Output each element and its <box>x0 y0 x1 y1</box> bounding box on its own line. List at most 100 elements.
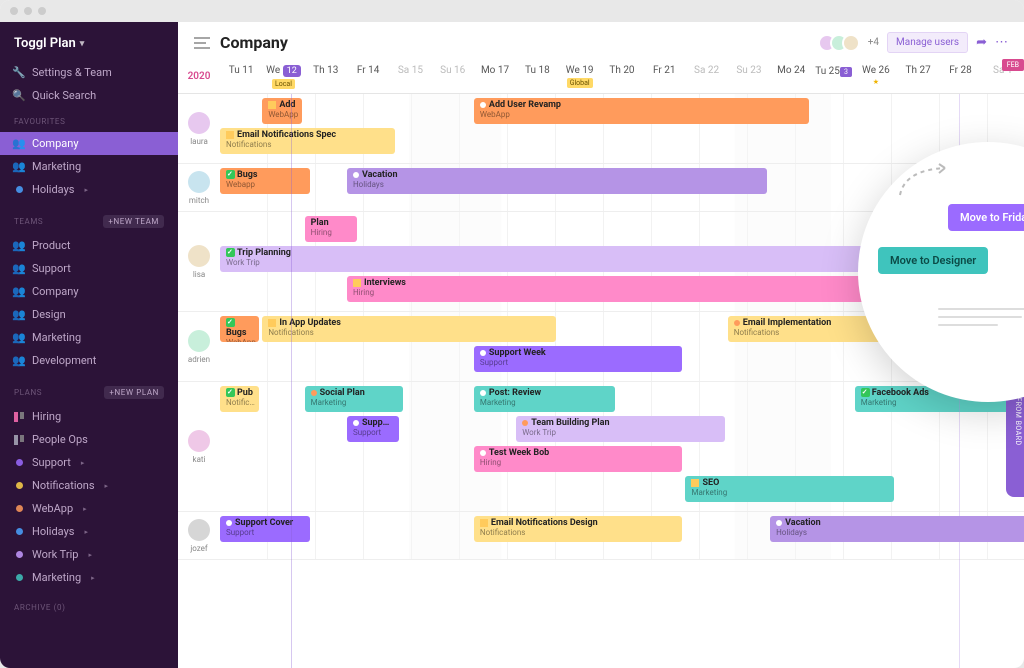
timeline-row-jozef: jozefSupport CoverSupport Email Notificat… <box>178 512 1024 560</box>
task-plan[interactable]: PlanHiring <box>305 216 357 242</box>
day-Th-13[interactable]: Th 13 <box>305 59 347 93</box>
day-Tu-11[interactable]: Tu 11 <box>220 59 262 93</box>
day-We-19[interactable]: We 19Global <box>559 59 601 93</box>
task-supp-[interactable]: Supp…Support <box>347 416 399 442</box>
task-email-notifications-spec[interactable]: Email Notifications SpecNotifications <box>220 128 395 154</box>
lane[interactable]: AddWebApp Add User RevampWebApp Email Noti… <box>220 94 1024 163</box>
overlay-task-friday[interactable]: Move to Friday <box>948 204 1024 231</box>
sidebar-team-company[interactable]: 👥Company <box>0 280 178 303</box>
task-add[interactable]: AddWebApp <box>262 98 301 124</box>
day-Su-16[interactable]: Su 16 <box>432 59 474 93</box>
user-avatars[interactable] <box>824 34 860 52</box>
timeline-row-kati: katiPubNotific…Social PlanMarketingPost:… <box>178 382 1024 512</box>
day-Th-20[interactable]: Th 20 <box>601 59 643 93</box>
avatar[interactable] <box>188 245 210 267</box>
sidebar-plan-support[interactable]: Support▸ <box>0 451 178 474</box>
new-team-button[interactable]: +New Team <box>103 215 164 228</box>
item-label: Work Trip <box>32 548 78 561</box>
day-Fr-28[interactable]: Fr 28 <box>939 59 981 93</box>
sidebar-plan-holidays[interactable]: Holidays▸ <box>0 520 178 543</box>
search-item[interactable]: 🔍 Quick Search <box>0 84 178 107</box>
settings-item[interactable]: 🔧 Settings & Team <box>0 61 178 84</box>
sidebar-plan-webapp[interactable]: WebApp ▸ <box>0 497 178 520</box>
task-in-app-updates[interactable]: In App UpdatesNotifications <box>262 316 555 342</box>
day-Mo-17[interactable]: Mo 17 <box>474 59 516 93</box>
task-bugs[interactable]: BugsWebApp <box>220 316 259 342</box>
avatar[interactable] <box>188 171 210 193</box>
item-label: Development <box>32 354 96 367</box>
sidebar-team-support[interactable]: 👥Support <box>0 257 178 280</box>
chevron-right-icon: ▸ <box>84 528 88 536</box>
dot-icon <box>14 185 24 195</box>
year-label[interactable]: 2020 <box>178 59 220 93</box>
lane[interactable]: PubNotific… Social PlanMarketing Post: Rev… <box>220 382 1024 511</box>
day-Fr-14[interactable]: Fr 14 <box>347 59 389 93</box>
sidebar-team-design[interactable]: 👥Design <box>0 303 178 326</box>
day-Sa-15[interactable]: Sa 15 <box>389 59 431 93</box>
task-add-user-revamp[interactable]: Add User RevampWebApp <box>474 98 810 124</box>
search-label: Quick Search <box>32 89 96 102</box>
sidebar-team-product[interactable]: 👥Product <box>0 234 178 257</box>
sidebar-fav-company[interactable]: 👥Company <box>0 132 178 155</box>
chevron-right-icon: ▸ <box>83 505 87 513</box>
new-plan-button[interactable]: +New Plan <box>104 386 164 399</box>
day-We-12[interactable]: We 12Local <box>262 59 304 93</box>
archive-header[interactable]: ARCHIVE (0) <box>0 597 178 618</box>
day-Sa-22[interactable]: Sa 22 <box>685 59 727 93</box>
dot-icon <box>14 458 24 468</box>
day-Mo-24[interactable]: Mo 24 <box>770 59 812 93</box>
task-support-cover[interactable]: Support CoverSupport <box>220 516 310 542</box>
sidebar-plan-hiring[interactable]: Hiring <box>0 405 178 428</box>
task-pub[interactable]: PubNotific… <box>220 386 259 412</box>
sidebar-fav-holidays[interactable]: Holidays▸ <box>0 178 178 201</box>
sidebar-plan-people-ops[interactable]: People Ops <box>0 428 178 451</box>
dot-icon <box>14 573 24 583</box>
day-We-26[interactable]: We 26★ <box>855 59 897 93</box>
sidebar-plan-marketing[interactable]: Marketing▸ <box>0 566 178 589</box>
brand-dropdown[interactable]: Toggl Plan <box>0 30 178 61</box>
sidebar-team-marketing[interactable]: 👥Marketing <box>0 326 178 349</box>
task-support-week[interactable]: Support WeekSupport <box>474 346 683 372</box>
row-label: jozef <box>178 512 220 559</box>
task-team-building-plan[interactable]: Team Building PlanWork Trip <box>516 416 725 442</box>
task-bugs[interactable]: BugsWebapp <box>220 168 310 194</box>
day-Su-23[interactable]: Su 23 <box>728 59 770 93</box>
task-social-plan[interactable]: Social PlanMarketing <box>305 386 404 412</box>
item-label: WebApp <box>32 502 73 515</box>
task-email-notifications-design[interactable]: Email Notifications DesignNotifications <box>474 516 683 542</box>
task-test-week-bob[interactable]: Test Week BobHiring <box>474 446 683 472</box>
day-Th-27[interactable]: Th 27 <box>897 59 939 93</box>
main: Company +4 Manage users ➦ ⋯ 2020 Tu 11We… <box>178 22 1024 668</box>
day-Tu-18[interactable]: Tu 18 <box>516 59 558 93</box>
task-seo[interactable]: SEOMarketing <box>685 476 894 502</box>
overlay-task-designer[interactable]: Move to Designer <box>878 247 988 274</box>
task-trip-planning[interactable]: Trip PlanningWork Trip <box>220 246 936 272</box>
day-Fr-21[interactable]: Fr 21 <box>643 59 685 93</box>
item-label: Support <box>32 456 71 469</box>
dot-icon <box>14 550 24 560</box>
avatar[interactable] <box>188 330 210 352</box>
share-icon[interactable]: ➦ <box>976 35 987 50</box>
sidebar-plan-work-trip[interactable]: Work Trip ▸ <box>0 543 178 566</box>
users-icon: 👥 <box>14 356 24 366</box>
day-Tu-25[interactable]: Tu 253 <box>812 59 854 93</box>
item-label: Company <box>32 285 79 298</box>
sidebar-team-development[interactable]: 👥 Development <box>0 349 178 372</box>
avatar[interactable] <box>188 430 210 452</box>
status-dot-icon <box>480 102 486 108</box>
sidebar-plan-notifications[interactable]: Notifications▸ <box>0 474 178 497</box>
more-icon[interactable]: ⋯ <box>995 35 1008 50</box>
task-vacation[interactable]: VacationHolidays <box>770 516 1024 542</box>
item-label: Support <box>32 262 71 275</box>
avatar[interactable] <box>188 519 210 541</box>
task-vacation[interactable]: VacationHolidays <box>347 168 767 194</box>
menu-icon[interactable] <box>194 37 210 49</box>
stripe-icon <box>353 279 361 287</box>
task-post-review[interactable]: Post: ReviewMarketing <box>474 386 615 412</box>
chevron-right-icon: ▸ <box>88 551 92 559</box>
lane[interactable]: Support CoverSupport Email Notifications … <box>220 512 1024 559</box>
manage-users-button[interactable]: Manage users <box>887 32 968 53</box>
sidebar-fav-marketing[interactable]: 👥Marketing <box>0 155 178 178</box>
chevron-right-icon: ▸ <box>91 574 95 582</box>
avatar[interactable] <box>188 112 210 134</box>
